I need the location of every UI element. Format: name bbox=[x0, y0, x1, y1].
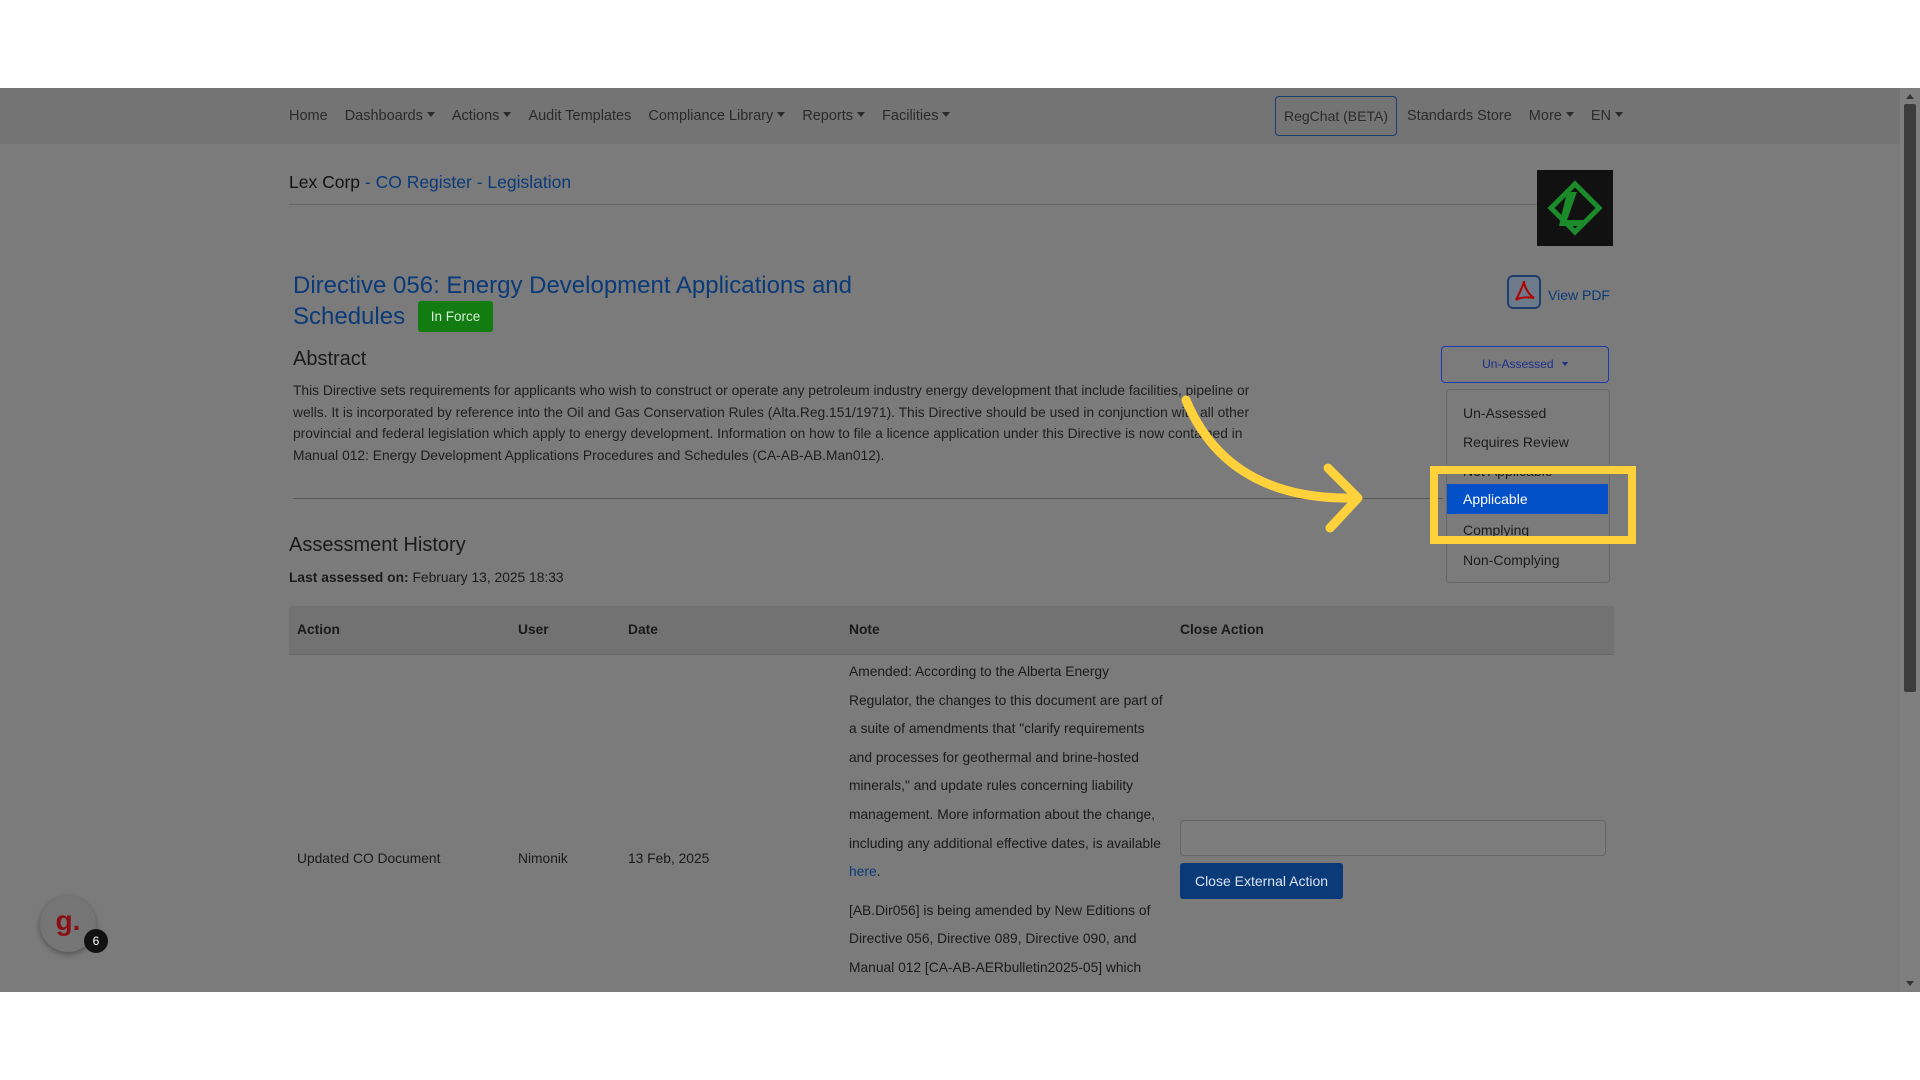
status-badge: In Force bbox=[417, 301, 494, 332]
assessment-status-dropdown-button[interactable]: Un-Assessed bbox=[1441, 346, 1609, 383]
close-external-action-button[interactable]: Close External Action bbox=[1180, 863, 1343, 899]
nav-dashboards[interactable]: Dashboards bbox=[345, 106, 435, 126]
column-header-date: Date bbox=[628, 622, 658, 637]
nav-home[interactable]: Home bbox=[289, 106, 328, 126]
view-pdf-label: View PDF bbox=[1548, 286, 1610, 303]
note-punctuation: . bbox=[876, 864, 881, 880]
last-assessed-label: Last assessed on: bbox=[289, 570, 409, 585]
row-note: Amended: According to the Alberta Energy… bbox=[849, 658, 1169, 992]
note-paragraph: Amended: According to the Alberta Energy… bbox=[849, 664, 1163, 851]
document-title-block: Directive 056: Energy Development Applic… bbox=[293, 271, 913, 332]
breadcrumb-company: Lex Corp bbox=[289, 172, 361, 192]
dropdown-button-label: Un-Assessed bbox=[1482, 357, 1554, 371]
regchat-button[interactable]: RegChat (BETA) bbox=[1275, 96, 1397, 136]
scroll-up-arrow-icon[interactable] bbox=[1906, 94, 1914, 99]
company-logo bbox=[1537, 170, 1613, 246]
nav-standards-store[interactable]: Standards Store bbox=[1407, 106, 1512, 126]
chat-notification-count: 6 bbox=[84, 929, 108, 953]
abstract-heading: Abstract bbox=[293, 348, 367, 370]
pdf-icon bbox=[1506, 274, 1542, 315]
nav-compliance-library[interactable]: Compliance Library bbox=[648, 106, 785, 126]
nav-actions[interactable]: Actions bbox=[452, 106, 512, 126]
scrollbar-thumb[interactable] bbox=[1904, 104, 1916, 692]
breadcrumb: Lex Corp - CO Register - Legislation bbox=[289, 172, 571, 193]
menu-item-un-assessed[interactable]: Un-Assessed bbox=[1463, 405, 1546, 421]
top-navbar: Home Dashboards Actions Audit Templates … bbox=[0, 88, 1900, 144]
breadcrumb-separator: - bbox=[360, 172, 376, 192]
view-pdf-link[interactable]: View PDF bbox=[1506, 274, 1610, 315]
chevron-down-icon bbox=[1561, 362, 1568, 366]
table-header: Action User Date Note Close Action bbox=[289, 606, 1614, 655]
app-screen: Home Dashboards Actions Audit Templates … bbox=[0, 88, 1920, 992]
last-assessed: Last assessed on: February 13, 2025 18:3… bbox=[289, 570, 564, 585]
callout-arrow-icon bbox=[1181, 395, 1363, 533]
close-action-note-input[interactable] bbox=[1180, 820, 1606, 856]
nav-audit-templates[interactable]: Audit Templates bbox=[528, 106, 631, 126]
column-header-close-action: Close Action bbox=[1180, 622, 1264, 637]
highlight-callout-box bbox=[1430, 466, 1636, 544]
divider bbox=[289, 204, 1544, 205]
column-header-note: Note bbox=[849, 622, 880, 637]
note-paragraph-2: [AB.Dir056] is being amended by New Edit… bbox=[849, 902, 1151, 975]
document-title: Directive 056: Energy Development Applic… bbox=[293, 272, 852, 330]
menu-item-requires-review[interactable]: Requires Review bbox=[1463, 434, 1569, 450]
breadcrumb-section-link[interactable]: Legislation bbox=[487, 172, 571, 192]
nav-right: RegChat (BETA) Standards Store More EN bbox=[1275, 96, 1640, 136]
nav-reports[interactable]: Reports bbox=[802, 106, 865, 126]
nav-facilities[interactable]: Facilities bbox=[882, 106, 950, 126]
menu-item-non-complying[interactable]: Non-Complying bbox=[1463, 552, 1559, 568]
breadcrumb-register-link[interactable]: CO Register bbox=[376, 172, 472, 192]
row-user: Nimonik bbox=[518, 851, 568, 866]
nav-more[interactable]: More bbox=[1529, 106, 1574, 126]
last-assessed-value: February 13, 2025 18:33 bbox=[412, 570, 564, 585]
scroll-down-arrow-icon[interactable] bbox=[1906, 981, 1914, 986]
nav-left: Home Dashboards Actions Audit Templates … bbox=[289, 106, 967, 126]
breadcrumb-separator: - bbox=[471, 172, 488, 192]
assessment-history-title: Assessment History bbox=[289, 534, 466, 556]
row-date: 13 Feb, 2025 bbox=[628, 851, 710, 866]
column-header-action: Action bbox=[297, 622, 340, 637]
language-selector[interactable]: EN bbox=[1591, 106, 1623, 126]
row-action: Updated CO Document bbox=[297, 851, 441, 866]
note-here-link[interactable]: here bbox=[849, 864, 877, 879]
abstract-text: This Directive sets requirements for app… bbox=[293, 383, 1250, 463]
column-header-user: User bbox=[518, 622, 549, 637]
